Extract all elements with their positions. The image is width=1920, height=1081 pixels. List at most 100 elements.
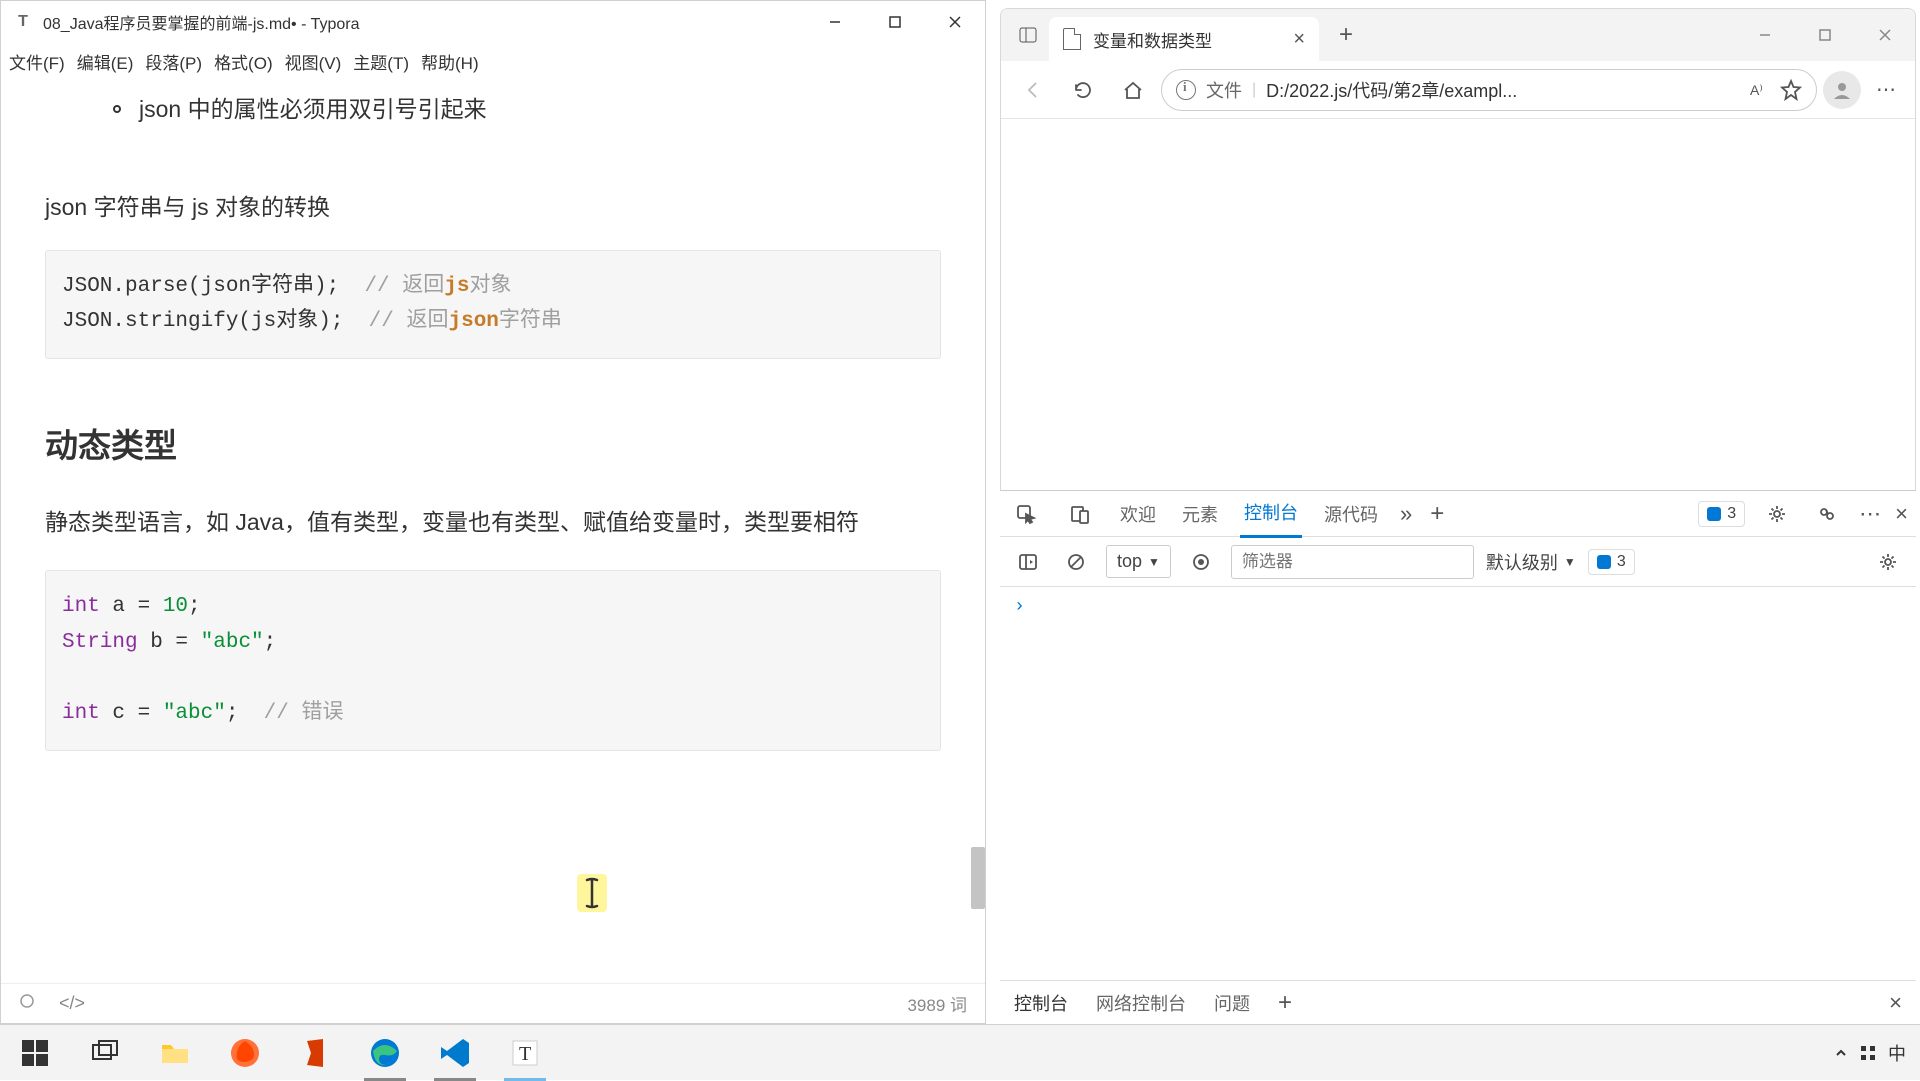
ime-indicator[interactable]: 中 xyxy=(1888,1040,1906,1066)
file-icon xyxy=(1063,28,1081,50)
typora-app-icon: T xyxy=(13,12,33,32)
filter-input[interactable] xyxy=(1231,545,1474,579)
close-button[interactable] xyxy=(925,1,985,43)
start-button[interactable] xyxy=(0,1025,70,1081)
file-explorer-button[interactable] xyxy=(140,1025,210,1081)
back-button[interactable] xyxy=(1011,68,1055,112)
drawer-tab-console[interactable]: 控制台 xyxy=(1014,990,1068,1016)
tab-welcome[interactable]: 欢迎 xyxy=(1116,491,1160,537)
devtools-menu-icon[interactable]: ⋯ xyxy=(1859,501,1881,527)
menu-theme[interactable]: 主题(T) xyxy=(353,49,409,74)
menu-view[interactable]: 视图(V) xyxy=(285,49,342,74)
drawer-add-icon[interactable]: + xyxy=(1278,989,1292,1017)
refresh-button[interactable] xyxy=(1061,68,1105,112)
text-cursor-icon xyxy=(577,874,607,912)
edge-close-button[interactable] xyxy=(1855,14,1915,56)
outline-toggle-icon[interactable] xyxy=(19,993,35,1014)
typora-window: T 08_Java程序员要掌握的前端-js.md• - Typora 文件(F)… xyxy=(0,0,986,1024)
minimize-button[interactable] xyxy=(805,1,865,43)
edge-toolbar: 文件 | D:/2022.js/代码/第2章/exampl... A⁾ ⋯ xyxy=(1001,61,1915,119)
devtools-tabbar: 欢迎 元素 控制台 源代码 » + 3 ⋯ × xyxy=(1000,491,1916,537)
maximize-button[interactable] xyxy=(865,1,925,43)
message-icon xyxy=(1707,507,1721,521)
page-content xyxy=(1001,119,1915,499)
typora-menubar: 文件(F) 编辑(E) 段落(P) 格式(O) 视图(V) 主题(T) 帮助(H… xyxy=(1,43,985,79)
menu-help[interactable]: 帮助(H) xyxy=(421,49,479,74)
tab-sources[interactable]: 源代码 xyxy=(1320,491,1382,537)
console-filterbar: top ▼ 默认级别 ▼ 3 xyxy=(1000,537,1916,587)
typora-title: 08_Java程序员要掌握的前端-js.md• - Typora xyxy=(43,10,360,34)
edge-tabbar: 变量和数据类型 × + xyxy=(1001,9,1915,61)
menu-edit[interactable]: 编辑(E) xyxy=(77,49,134,74)
edge-button[interactable] xyxy=(350,1025,420,1081)
profile-button[interactable] xyxy=(1823,71,1861,109)
device-toggle-icon[interactable] xyxy=(1062,496,1098,532)
more-tabs-icon[interactable]: » xyxy=(1400,501,1412,527)
drawer-tab-network[interactable]: 网络控制台 xyxy=(1096,990,1186,1016)
live-expression-icon[interactable] xyxy=(1183,544,1219,580)
site-info-icon[interactable] xyxy=(1176,80,1196,100)
menu-paragraph[interactable]: 段落(P) xyxy=(145,49,202,74)
bullet-text[interactable]: json 中的属性必须用双引号引起来 xyxy=(139,91,487,128)
devtools-drawer: 控制台 网络控制台 问题 + × xyxy=(1000,980,1916,1024)
section-heading[interactable]: json 字符串与 js 对象的转换 xyxy=(45,188,941,222)
svg-text:T: T xyxy=(519,1043,531,1065)
tab-actions-icon[interactable] xyxy=(1007,14,1049,56)
edge-minimize-button[interactable] xyxy=(1735,14,1795,56)
taskbar: T 中 xyxy=(0,1024,1920,1080)
console-settings-icon[interactable] xyxy=(1870,544,1906,580)
console-body[interactable]: › xyxy=(1000,587,1916,627)
scrollbar-thumb[interactable] xyxy=(971,847,985,909)
tab-elements[interactable]: 元素 xyxy=(1178,491,1222,537)
addr-url: D:/2022.js/代码/第2章/exampl... xyxy=(1266,77,1738,103)
office-button[interactable] xyxy=(280,1025,350,1081)
bullet-icon xyxy=(113,105,121,113)
read-aloud-icon[interactable]: A⁾ xyxy=(1748,79,1770,101)
context-selector[interactable]: top ▼ xyxy=(1106,545,1171,578)
typora-button[interactable]: T xyxy=(490,1025,560,1081)
settings-icon[interactable] xyxy=(1759,496,1795,532)
code-block-json[interactable]: JSON.parse(json字符串); // 返回js对象 JSON.stri… xyxy=(45,250,941,359)
drawer-tab-issues[interactable]: 问题 xyxy=(1214,990,1250,1016)
add-tab-icon[interactable]: + xyxy=(1430,500,1444,528)
firefox-button[interactable] xyxy=(210,1025,280,1081)
edge-maximize-button[interactable] xyxy=(1795,14,1855,56)
svg-text:A⁾: A⁾ xyxy=(1750,82,1763,98)
new-tab-button[interactable]: + xyxy=(1327,16,1365,54)
inspect-element-icon[interactable] xyxy=(1008,496,1044,532)
console-prompt-icon: › xyxy=(1014,597,1025,617)
tab-console[interactable]: 控制台 xyxy=(1240,489,1302,538)
dropdown-icon: ▼ xyxy=(1148,555,1160,569)
address-bar[interactable]: 文件 | D:/2022.js/代码/第2章/exampl... A⁾ xyxy=(1161,69,1817,111)
issues-count[interactable]: 3 xyxy=(1588,549,1635,575)
sidebar-toggle-icon[interactable] xyxy=(1010,544,1046,580)
addr-label: 文件 xyxy=(1206,77,1242,103)
typora-titlebar[interactable]: T 08_Java程序员要掌握的前端-js.md• - Typora xyxy=(1,1,985,43)
heading-dynamic-type[interactable]: 动态类型 xyxy=(45,419,941,467)
drawer-close-icon[interactable]: × xyxy=(1889,990,1902,1016)
menu-file[interactable]: 文件(F) xyxy=(9,49,65,74)
tray-overflow-icon[interactable] xyxy=(1834,1046,1848,1060)
home-button[interactable] xyxy=(1111,68,1155,112)
feedback-icon[interactable] xyxy=(1809,496,1845,532)
issues-badge[interactable]: 3 xyxy=(1698,501,1745,527)
task-view-button[interactable] xyxy=(70,1025,140,1081)
tab-close-icon[interactable]: × xyxy=(1293,28,1305,51)
typora-content[interactable]: json 中的属性必须用双引号引起来 json 字符串与 js 对象的转换 JS… xyxy=(1,79,985,959)
paragraph-static-type[interactable]: 静态类型语言，如 Java，值有类型，变量也有类型、赋值给变量时，类型要相符 xyxy=(45,503,941,542)
source-mode-icon[interactable]: </> xyxy=(59,993,85,1014)
word-count[interactable]: 3989 词 xyxy=(907,991,967,1016)
tray-grid-icon[interactable] xyxy=(1860,1045,1876,1061)
menu-format[interactable]: 格式(O) xyxy=(214,49,273,74)
dropdown-icon: ▼ xyxy=(1564,555,1576,569)
vscode-button[interactable] xyxy=(420,1025,490,1081)
browser-tab[interactable]: 变量和数据类型 × xyxy=(1049,17,1319,61)
log-level-selector[interactable]: 默认级别 ▼ xyxy=(1486,549,1576,575)
code-block-java[interactable]: int a = 10; String b = "abc"; int c = "a… xyxy=(45,570,941,751)
typora-statusbar: </> 3989 词 xyxy=(1,983,985,1023)
more-menu-button[interactable]: ⋯ xyxy=(1867,71,1905,109)
favorite-icon[interactable] xyxy=(1780,79,1802,101)
devtools-panel: 欢迎 元素 控制台 源代码 » + 3 ⋯ × top ▼ 默认级别 ▼ xyxy=(1000,490,1916,1024)
clear-console-icon[interactable] xyxy=(1058,544,1094,580)
devtools-close-icon[interactable]: × xyxy=(1895,501,1908,527)
